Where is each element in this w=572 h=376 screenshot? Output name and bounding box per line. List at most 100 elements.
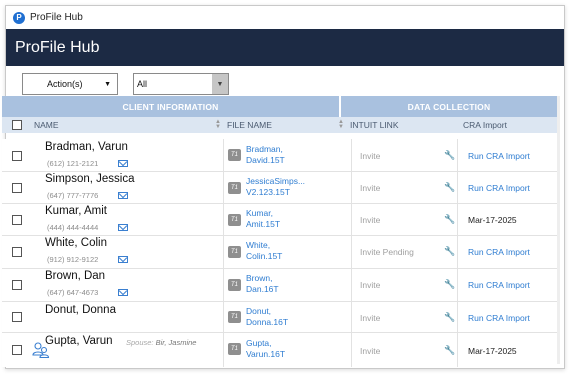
wrench-icon[interactable]: 🔧	[444, 312, 455, 323]
client-name[interactable]: Donut, Donna	[45, 304, 116, 316]
client-name[interactable]: Brown, Dan	[45, 270, 105, 282]
column-divider	[351, 172, 352, 203]
column-divider	[457, 172, 458, 203]
t1-file-icon: T1	[228, 182, 241, 194]
row-checkbox[interactable]	[12, 151, 22, 161]
vertical-scrollbar[interactable]	[557, 96, 560, 364]
row-checkbox[interactable]	[12, 345, 22, 355]
row-checkbox[interactable]	[12, 247, 22, 257]
row-checkbox[interactable]	[12, 183, 22, 193]
sort-icon[interactable]: ▲ ▼	[215, 119, 221, 130]
client-phone: (647) 777-7776	[47, 191, 99, 200]
client-phone: (647) 647-4673	[47, 288, 99, 297]
sort-icon[interactable]: ▲ ▼	[338, 119, 344, 130]
intuit-invite-link[interactable]: Invite	[360, 346, 380, 356]
file-name-link[interactable]: White, Colin.15T	[246, 240, 282, 262]
row-checkbox[interactable]	[12, 280, 22, 290]
mail-icon[interactable]	[118, 192, 128, 199]
file-name-line2: Amit.15T	[246, 219, 281, 229]
mail-icon[interactable]	[118, 160, 128, 167]
intuit-invite-link[interactable]: Invite	[360, 280, 380, 290]
column-divider	[223, 333, 224, 367]
window-titlebar: P ProFile Hub	[6, 6, 564, 29]
filter-select[interactable]: All ▼	[133, 73, 229, 95]
row-checkbox[interactable]	[12, 312, 22, 322]
column-divider	[351, 333, 352, 367]
table-row[interactable]: White, Colin (912) 912-9122 T1 White, Col…	[2, 236, 557, 269]
column-header-row: NAME ▲ ▼ FILE NAME ▲ ▼ INTUIT LINK CRA Imp…	[2, 117, 557, 133]
select-all-checkbox[interactable]	[12, 120, 22, 130]
column-divider	[223, 269, 224, 301]
mail-icon[interactable]	[118, 289, 128, 296]
file-name-link[interactable]: Brown, Dan.16T	[246, 273, 279, 295]
table-row[interactable]: Bradman, Varun (612) 121-2121 T1 Bradman…	[2, 139, 557, 172]
run-cra-import-link[interactable]: Run CRA Import	[468, 247, 530, 257]
mail-icon[interactable]	[118, 224, 128, 231]
wrench-icon[interactable]: 🔧	[444, 182, 455, 193]
column-divider	[351, 139, 352, 171]
wrench-icon[interactable]: 🔧	[444, 246, 455, 257]
wrench-icon[interactable]: 🔧	[444, 214, 455, 225]
spouse-info: Spouse: Bir, Jasmine	[126, 338, 196, 347]
file-name-link[interactable]: JessicaSimps... V2.123.15T	[246, 176, 305, 198]
table-row[interactable]: Gupta, Varun Spouse: Bir, Jasmine T1 Gup…	[2, 333, 557, 367]
wrench-icon[interactable]: 🔧	[444, 345, 455, 356]
intuit-invite-status: Invite Pending	[360, 247, 414, 257]
column-divider	[351, 204, 352, 235]
client-name[interactable]: Simpson, Jessica	[45, 173, 134, 185]
run-cra-import-link[interactable]: Run CRA Import	[468, 151, 530, 161]
table-row[interactable]: Simpson, Jessica (647) 777-7776 T1 Jessi…	[2, 172, 557, 204]
wrench-icon[interactable]: 🔧	[444, 150, 455, 161]
file-name-line2: David.15T	[246, 155, 285, 165]
t1-file-icon: T1	[228, 343, 241, 355]
column-cra-import[interactable]: CRA Import	[463, 120, 507, 130]
file-name-line1: Bradman,	[246, 144, 283, 154]
run-cra-import-link[interactable]: Run CRA Import	[468, 313, 530, 323]
client-name[interactable]: Bradman, Varun	[45, 141, 128, 153]
run-cra-import-link[interactable]: Run CRA Import	[468, 280, 530, 290]
file-name-link[interactable]: Bradman, David.15T	[246, 144, 285, 166]
intuit-invite-link[interactable]: Invite	[360, 183, 380, 193]
column-divider	[457, 302, 458, 332]
column-divider	[223, 204, 224, 235]
group-data-collection: DATA COLLECTION	[341, 96, 557, 117]
mail-icon[interactable]	[118, 256, 128, 263]
spouse-label: Spouse:	[126, 338, 154, 347]
table-row[interactable]: Kumar, Amit (444) 444-4444 T1 Kumar, Amit…	[2, 204, 557, 236]
wrench-icon[interactable]: 🔧	[444, 279, 455, 290]
intuit-invite-link[interactable]: Invite	[360, 313, 380, 323]
column-group-header: CLIENT INFORMATION DATA COLLECTION	[2, 96, 557, 117]
table-row[interactable]: Donut, Donna T1 Donut, Donna.16T Invite 🔧…	[2, 302, 557, 333]
intuit-invite-link[interactable]: Invite	[360, 215, 380, 225]
client-phone: (444) 444-4444	[47, 223, 99, 232]
file-name-line1: Gupta,	[246, 338, 272, 348]
column-divider	[351, 302, 352, 332]
spouse-name: Bir, Jasmine	[155, 338, 197, 347]
dropdown-arrow-icon[interactable]: ▼	[212, 74, 228, 94]
file-name-link[interactable]: Gupta, Varun.16T	[246, 338, 285, 360]
client-name[interactable]: White, Colin	[45, 237, 107, 249]
t1-file-icon: T1	[228, 214, 241, 226]
file-name-line1: Kumar,	[246, 208, 273, 218]
column-name[interactable]: NAME	[34, 120, 59, 130]
column-file-name[interactable]: FILE NAME	[227, 120, 272, 130]
column-divider	[457, 236, 458, 268]
client-name[interactable]: Gupta, Varun	[45, 335, 113, 347]
intuit-invite-link[interactable]: Invite	[360, 151, 380, 161]
column-intuit-link[interactable]: INTUIT LINK	[350, 120, 399, 130]
file-name-link[interactable]: Donut, Donna.16T	[246, 306, 288, 328]
file-name-line1: Brown,	[246, 273, 273, 283]
client-phone: (612) 121-2121	[47, 159, 99, 168]
app-header: ProFile Hub	[6, 29, 564, 66]
filter-value: All	[137, 79, 148, 89]
table-row[interactable]: Brown, Dan (647) 647-4673 T1 Brown, Dan.1…	[2, 269, 557, 302]
run-cra-import-link[interactable]: Run CRA Import	[468, 183, 530, 193]
row-checkbox[interactable]	[12, 215, 22, 225]
chevron-down-icon: ▼	[104, 81, 111, 88]
column-divider	[223, 139, 224, 171]
actions-dropdown[interactable]: Action(s) ▼	[22, 73, 118, 95]
column-divider	[457, 333, 458, 367]
column-divider	[223, 236, 224, 268]
file-name-link[interactable]: Kumar, Amit.15T	[246, 208, 280, 230]
client-name[interactable]: Kumar, Amit	[45, 205, 107, 217]
